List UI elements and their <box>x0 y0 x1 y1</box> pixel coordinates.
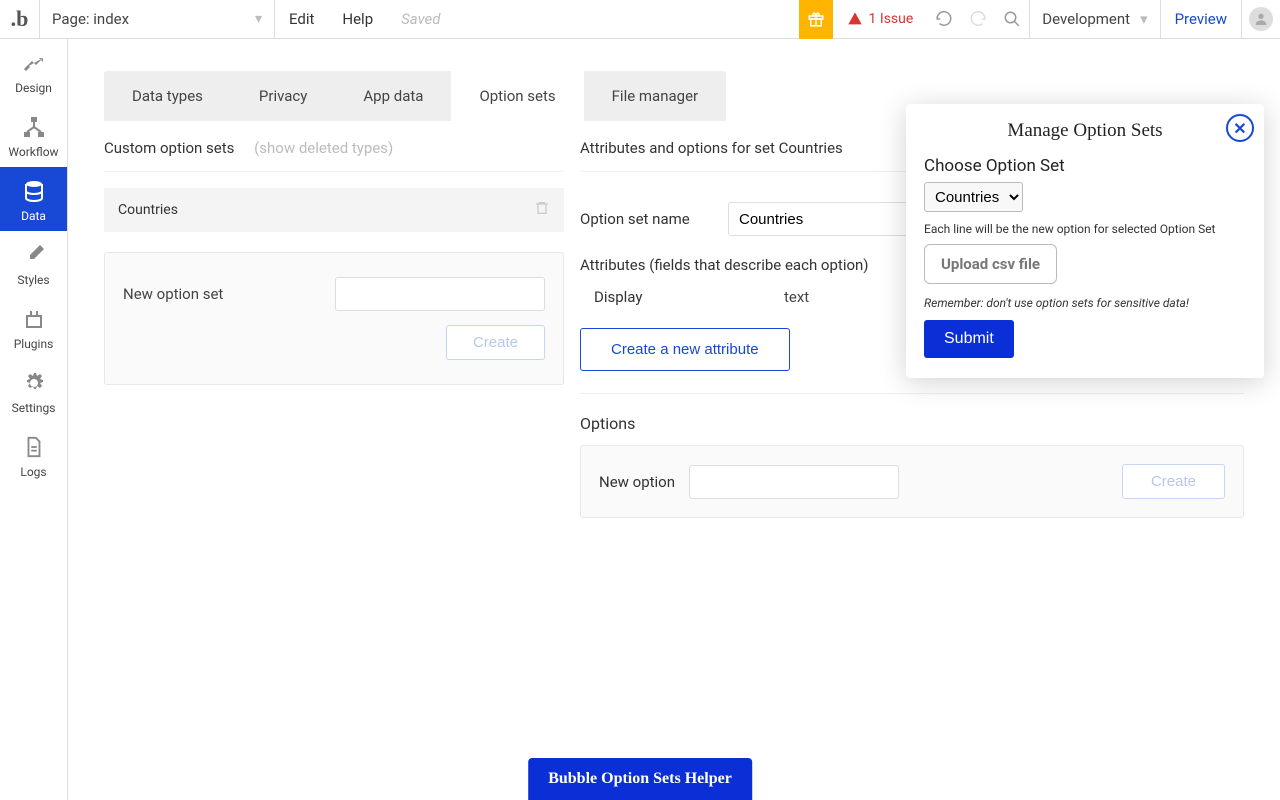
nav-label: Plugins <box>14 337 54 351</box>
options-header: Options <box>580 414 1244 433</box>
modal-title: Manage Option Sets <box>924 120 1246 142</box>
warning-icon <box>847 11 863 27</box>
custom-sets-header: Custom option sets <box>104 139 234 157</box>
chevron-down-icon: ▾ <box>1140 10 1148 28</box>
tab-app-data[interactable]: App data <box>335 71 451 121</box>
close-icon[interactable]: ✕ <box>1226 114 1254 142</box>
data-icon <box>20 177 48 205</box>
new-option-label: New option <box>599 473 675 491</box>
saved-status: Saved <box>387 0 454 38</box>
undo-button[interactable] <box>927 0 961 39</box>
nav-label: Data <box>21 209 46 223</box>
nav-settings[interactable]: Settings <box>0 359 67 423</box>
csv-hint: Each line will be the new option for sel… <box>924 222 1246 236</box>
tab-privacy[interactable]: Privacy <box>231 71 335 121</box>
left-nav: Design Workflow Data Styles Plugins Sett… <box>0 39 68 800</box>
design-icon <box>20 49 48 77</box>
gear-icon <box>20 369 48 397</box>
search-button[interactable] <box>995 0 1029 39</box>
upload-csv-button[interactable]: Upload csv file <box>924 244 1057 284</box>
submit-button[interactable]: Submit <box>924 320 1014 358</box>
option-set-select[interactable]: Countries <box>924 182 1023 212</box>
workflow-icon <box>20 113 48 141</box>
preview-button[interactable]: Preview <box>1161 0 1241 38</box>
footer-badge[interactable]: Bubble Option Sets Helper <box>528 758 752 800</box>
menu-help[interactable]: Help <box>328 0 387 38</box>
attribute-name: Display <box>594 288 784 306</box>
show-deleted-toggle[interactable]: (show deleted types) <box>254 139 393 157</box>
trash-icon[interactable] <box>534 200 550 220</box>
user-avatar[interactable] <box>1242 0 1280 39</box>
new-option-set-input[interactable] <box>335 277 545 311</box>
chevron-down-icon: ▾ <box>255 11 262 27</box>
plugins-icon <box>20 305 48 333</box>
logo[interactable]: .b <box>0 0 40 39</box>
nav-plugins[interactable]: Plugins <box>0 295 67 359</box>
page-selector[interactable]: Page: index ▾ <box>40 0 275 38</box>
nav-design[interactable]: Design <box>0 39 67 103</box>
attributes-section-label: Attributes (fields that describe each op… <box>580 256 869 274</box>
sensitive-data-warning: Remember: don't use option sets for sens… <box>924 296 1246 310</box>
environment-label: Development <box>1042 10 1130 28</box>
page-label: Page: index <box>52 10 129 28</box>
tab-data-types[interactable]: Data types <box>104 71 231 121</box>
menu-edit[interactable]: Edit <box>275 0 328 38</box>
nav-data[interactable]: Data <box>0 167 67 231</box>
nav-label: Logs <box>20 465 46 479</box>
new-option-box: New option Create <box>580 445 1244 518</box>
nav-label: Workflow <box>8 145 58 159</box>
redo-button[interactable] <box>961 0 995 39</box>
new-option-input[interactable] <box>689 465 899 499</box>
logs-icon <box>20 433 48 461</box>
environment-selector[interactable]: Development ▾ <box>1030 0 1159 38</box>
nav-styles[interactable]: Styles <box>0 231 67 295</box>
nav-label: Settings <box>12 401 56 415</box>
issues-button[interactable]: 1 Issue <box>833 11 928 27</box>
new-option-set-box: New option set Create <box>104 252 564 385</box>
issue-count: 1 Issue <box>869 11 914 27</box>
new-option-set-label: New option set <box>123 285 223 303</box>
create-option-set-button[interactable]: Create <box>446 325 545 360</box>
create-option-button[interactable]: Create <box>1122 464 1225 499</box>
left-column: Custom option sets (show deleted types) … <box>104 135 564 518</box>
tab-option-sets[interactable]: Option sets <box>451 71 583 121</box>
create-attribute-button[interactable]: Create a new attribute <box>580 328 790 371</box>
styles-icon <box>20 241 48 269</box>
nav-label: Design <box>15 81 52 95</box>
nav-label: Styles <box>17 273 49 287</box>
nav-workflow[interactable]: Workflow <box>0 103 67 167</box>
choose-option-set-label: Choose Option Set <box>924 156 1246 176</box>
option-set-row[interactable]: Countries <box>104 188 564 232</box>
option-set-name-label: Option set name <box>580 210 728 228</box>
topbar: .b Page: index ▾ Edit Help Saved 1 Issue… <box>0 0 1280 39</box>
tab-file-manager[interactable]: File manager <box>584 71 726 121</box>
user-icon <box>1249 7 1273 31</box>
data-tabs: Data types Privacy App data Option sets … <box>104 71 726 121</box>
manage-option-sets-modal: ✕ Manage Option Sets Choose Option Set C… <box>906 104 1264 378</box>
option-set-name: Countries <box>118 202 178 218</box>
nav-logs[interactable]: Logs <box>0 423 67 487</box>
attribute-type: text <box>784 288 809 306</box>
gift-icon[interactable] <box>799 0 833 39</box>
